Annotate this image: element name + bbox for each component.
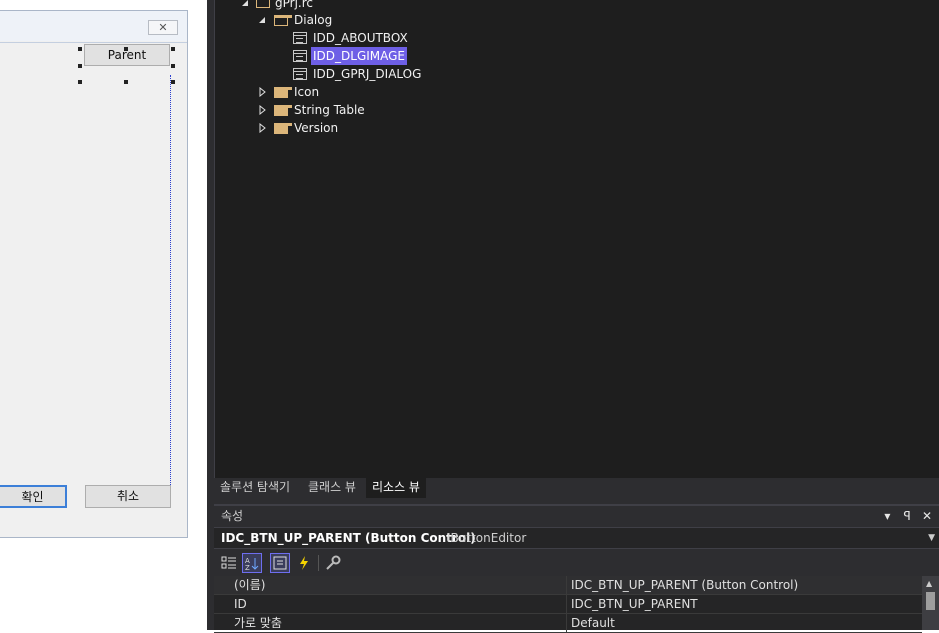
tree-item-idd-gprj-dialog[interactable]: IDD_GPRJ_DIALOG — [215, 65, 515, 83]
tree-item-label: IDD_ABOUTBOX — [313, 31, 408, 45]
vertical-scrollbar[interactable]: ▲ — [922, 576, 939, 630]
tool-window-tabs: 솔루션 탐색기 클래스 뷰 리소스 뷰 — [214, 478, 939, 504]
close-icon[interactable]: ✕ — [919, 506, 935, 526]
window-controls: ▾ ꟼ ✕ — [879, 506, 935, 526]
dialog-resource-icon — [293, 32, 307, 44]
properties-window: 속성 ▾ ꟼ ✕ IDC_BTN_UP_PARENT (Button Contr… — [214, 506, 939, 633]
tree-item-label: Icon — [294, 85, 320, 99]
resize-handle[interactable] — [78, 47, 82, 51]
scroll-thumb[interactable] — [926, 592, 935, 610]
column-divider[interactable] — [566, 595, 567, 613]
property-name: 가로 맞춤 — [234, 616, 282, 630]
property-value[interactable]: Default — [571, 614, 615, 632]
folder-open-icon — [274, 15, 292, 26]
object-name: IDC_BTN_UP_PARENT (Button Control) — [221, 531, 476, 545]
tree-item-idd-dlgimage[interactable]: IDD_DLGIMAGE — [215, 47, 515, 65]
margin-guide — [170, 75, 171, 487]
dialog-editor: ✕ Parent 확인 취소 — [0, 0, 207, 630]
property-row[interactable]: 가로 맞춤 Default — [214, 614, 922, 633]
object-selector[interactable]: IDC_BTN_UP_PARENT (Button Control) IButt… — [214, 527, 939, 549]
expanded-arrow-icon[interactable] — [258, 16, 266, 26]
properties-title: 속성 — [221, 509, 244, 523]
tree-item-label: IDD_GPRJ_DIALOG — [313, 67, 422, 81]
column-divider[interactable] — [566, 614, 567, 632]
resource-view: gPrj.rc Dialog IDD_ABOUTBOX IDD_DLGIMAGE… — [214, 0, 939, 478]
resize-handle[interactable] — [124, 47, 128, 51]
pin-icon[interactable]: ꟼ — [899, 506, 915, 526]
ok-button[interactable]: 확인 — [0, 485, 67, 508]
folder-icon — [274, 105, 292, 116]
tab-class-view[interactable]: 클래스 뷰 — [302, 478, 362, 498]
property-row[interactable]: ID IDC_BTN_UP_PARENT — [214, 595, 922, 614]
property-row[interactable]: (이름) IDC_BTN_UP_PARENT (Button Control) — [214, 576, 922, 595]
property-pages-icon[interactable] — [323, 553, 343, 573]
chevron-down-icon[interactable]: ▼ — [928, 528, 935, 548]
tree-item-label: IDD_DLGIMAGE — [311, 47, 408, 65]
properties-icon[interactable] — [270, 553, 290, 573]
dialog-resource-icon — [293, 50, 307, 62]
resize-handle[interactable] — [171, 64, 175, 68]
tree-item-icon[interactable]: Icon — [215, 83, 515, 101]
resize-handle[interactable] — [78, 80, 82, 84]
folder-open-icon — [256, 0, 270, 8]
tree-item-dialog[interactable]: Dialog — [215, 11, 515, 29]
dialog-titlebar: ✕ — [0, 11, 187, 41]
tree-item-label: Version — [294, 121, 339, 135]
titlebar-divider — [0, 42, 187, 43]
dialog-resource-icon — [293, 68, 307, 80]
close-icon[interactable]: ✕ — [148, 20, 178, 35]
property-grid: (이름) IDC_BTN_UP_PARENT (Button Control) … — [214, 576, 922, 633]
cancel-button[interactable]: 취소 — [85, 485, 171, 508]
folder-icon — [274, 123, 292, 134]
resize-handle[interactable] — [171, 80, 175, 84]
collapsed-arrow-icon[interactable] — [259, 87, 267, 97]
tree-item-label: Dialog — [294, 13, 333, 27]
property-value[interactable]: IDC_BTN_UP_PARENT (Button Control) — [571, 576, 798, 594]
scroll-up-icon[interactable]: ▲ — [926, 579, 932, 588]
dialog-preview[interactable]: ✕ — [0, 10, 188, 538]
categorized-icon[interactable] — [219, 553, 239, 573]
tree-item-label: String Table — [294, 103, 365, 117]
tree-item-idd-aboutbox[interactable]: IDD_ABOUTBOX — [215, 29, 515, 47]
toolbar-separator — [318, 555, 319, 571]
object-type: IButtonEditor — [447, 531, 527, 545]
tree-item-version[interactable]: Version — [215, 119, 515, 137]
tab-solution-explorer[interactable]: 솔루션 탐색기 — [214, 478, 296, 498]
svg-text:Z: Z — [245, 564, 250, 571]
expanded-arrow-icon[interactable] — [241, 0, 249, 9]
property-name: (이름) — [234, 578, 266, 592]
resize-handle[interactable] — [171, 47, 175, 51]
column-divider[interactable] — [566, 576, 567, 594]
resize-handle[interactable] — [78, 64, 82, 68]
events-icon[interactable] — [294, 553, 314, 573]
property-name: ID — [234, 597, 247, 611]
collapsed-arrow-icon[interactable] — [259, 123, 267, 133]
dropdown-menu-icon[interactable]: ▾ — [879, 506, 895, 526]
resize-handle[interactable] — [124, 80, 128, 84]
property-value[interactable]: IDC_BTN_UP_PARENT — [571, 595, 698, 613]
collapsed-arrow-icon[interactable] — [259, 105, 267, 115]
folder-icon — [274, 87, 292, 98]
properties-toolbar: AZ — [214, 550, 939, 576]
splitter[interactable] — [207, 0, 214, 630]
tab-resource-view[interactable]: 리소스 뷰 — [366, 478, 426, 498]
alphabetical-icon[interactable]: AZ — [242, 553, 262, 573]
tree-item-string-table[interactable]: String Table — [215, 101, 515, 119]
